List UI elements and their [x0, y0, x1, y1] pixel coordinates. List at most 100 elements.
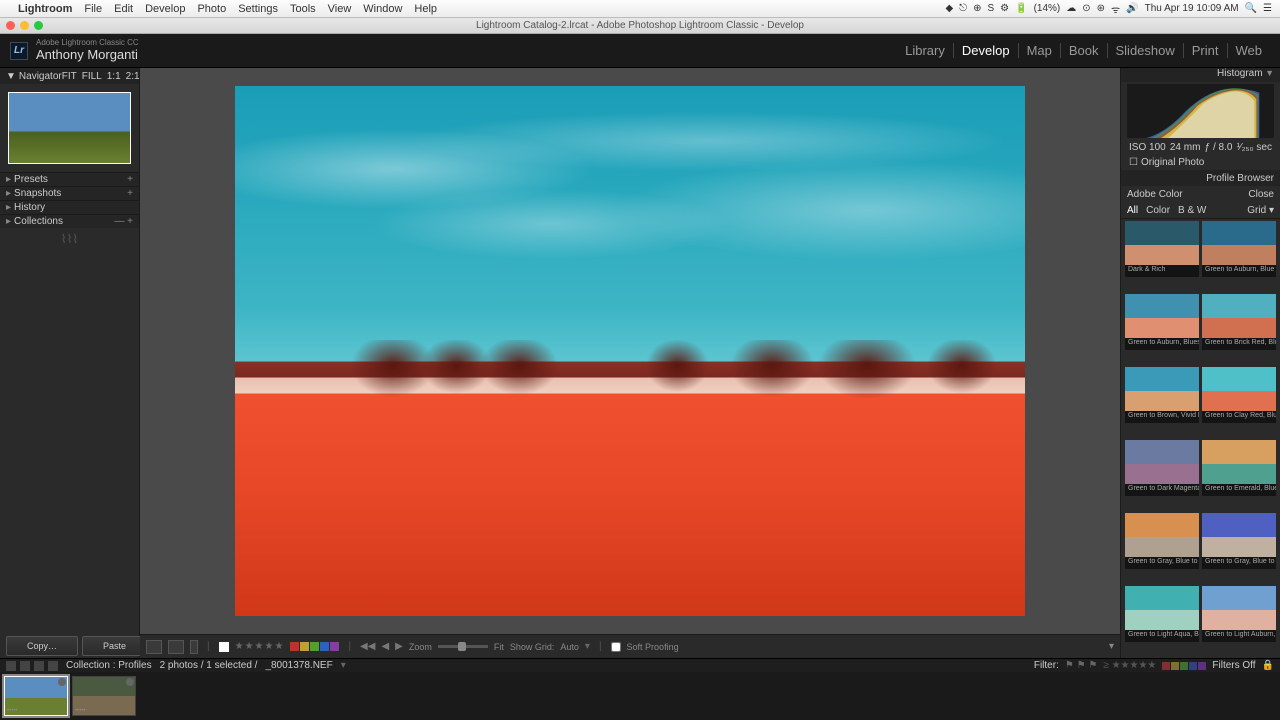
minimize-window-button[interactable]: [20, 21, 29, 30]
prev-photo-button[interactable]: ◀◀: [360, 641, 375, 652]
profile-preset[interactable]: Green to Auburn, Blues Co…: [1125, 294, 1199, 350]
toolbar-menu-icon[interactable]: ▾: [1109, 641, 1114, 652]
play-button[interactable]: ▶: [395, 641, 403, 652]
menu-file[interactable]: File: [84, 3, 102, 15]
tray-icon[interactable]: S: [987, 3, 994, 14]
filter-color[interactable]: Color: [1146, 205, 1170, 216]
second-window-icon[interactable]: [6, 661, 16, 671]
forward-icon[interactable]: [48, 661, 58, 671]
tray-icon[interactable]: ⊕: [973, 3, 981, 14]
module-print[interactable]: Print: [1183, 43, 1227, 58]
zoom-fit[interactable]: FIT: [62, 71, 77, 82]
histogram[interactable]: [1127, 84, 1274, 138]
color-labels[interactable]: [290, 642, 339, 651]
profile-preset[interactable]: Green to Light Auburn, Blu…: [1202, 586, 1276, 642]
profile-preset[interactable]: Green to Auburn, Blue to D…: [1202, 221, 1276, 277]
filter-lock-icon[interactable]: 🔒: [1262, 660, 1274, 671]
menu-photo[interactable]: Photo: [197, 3, 226, 15]
filters-off[interactable]: Filters Off: [1212, 660, 1255, 671]
zoom-1to1[interactable]: 1:1: [107, 71, 121, 82]
navigator-thumbnail[interactable]: [8, 92, 131, 164]
view-mode-button[interactable]: [190, 640, 198, 654]
tray-icon[interactable]: ◆: [945, 3, 953, 14]
zoom-fill[interactable]: FILL: [82, 71, 102, 82]
tray-icon[interactable]: ⊛: [1097, 3, 1105, 14]
profile-preset[interactable]: Green to Clay Red, Blue to A…: [1202, 367, 1276, 423]
zoom-window-button[interactable]: [34, 21, 43, 30]
flag-pick-icon[interactable]: [219, 642, 229, 652]
snapshots-section[interactable]: ▸Snapshots+: [0, 186, 139, 200]
menu-settings[interactable]: Settings: [238, 3, 278, 15]
profile-name[interactable]: Adobe Color: [1127, 189, 1183, 200]
add-icon[interactable]: — +: [114, 216, 133, 227]
notif-icon[interactable]: ☰: [1263, 3, 1272, 14]
wifi-icon[interactable]: ᯤ: [1111, 2, 1120, 16]
presets-section[interactable]: ▸Presets+: [0, 172, 139, 186]
color-filter[interactable]: [1162, 662, 1206, 670]
paste-button[interactable]: Paste: [82, 636, 147, 656]
rating-stars[interactable]: ★★★★★: [235, 641, 285, 652]
menu-tools[interactable]: Tools: [290, 3, 316, 15]
tray-icon[interactable]: ⎋: [959, 3, 967, 14]
add-icon[interactable]: +: [127, 188, 133, 199]
disclosure-icon[interactable]: ▼: [6, 71, 16, 82]
spotlight-icon[interactable]: 🔍: [1245, 3, 1257, 14]
module-slideshow[interactable]: Slideshow: [1107, 43, 1183, 58]
before-after-button[interactable]: [168, 640, 184, 654]
battery-icon[interactable]: 🔋: [1015, 3, 1027, 14]
filename[interactable]: _8001378.NEF: [265, 660, 332, 671]
zoom-slider[interactable]: [438, 645, 488, 648]
profile-browser-header[interactable]: Profile Browser: [1121, 170, 1280, 186]
module-develop[interactable]: Develop: [953, 43, 1018, 58]
collections-section[interactable]: ▸Collections— +: [0, 214, 139, 228]
mac-app-name[interactable]: Lightroom: [18, 3, 72, 15]
collection-path[interactable]: Collection : Profiles: [66, 660, 152, 671]
menu-window[interactable]: Window: [363, 3, 402, 15]
module-web[interactable]: Web: [1227, 43, 1271, 58]
tray-icon[interactable]: ⊙: [1082, 3, 1090, 14]
menu-help[interactable]: Help: [414, 3, 437, 15]
filmstrip-thumbnail[interactable]: •••••: [4, 676, 68, 716]
grid-view-toggle[interactable]: Grid ▾: [1247, 205, 1274, 216]
grid-icon[interactable]: [20, 661, 30, 671]
clock[interactable]: Thu Apr 19 10:09 AM: [1145, 3, 1239, 14]
filter-bw[interactable]: B & W: [1178, 205, 1206, 216]
soft-proofing-checkbox[interactable]: [611, 642, 621, 652]
filmstrip-thumbnail[interactable]: •••••: [72, 676, 136, 716]
filter-all[interactable]: All: [1127, 205, 1138, 216]
module-book[interactable]: Book: [1060, 43, 1107, 58]
module-library[interactable]: Library: [897, 43, 953, 58]
navigator-header[interactable]: ▼ Navigator FIT FILL 1:1 2:1: [0, 68, 139, 84]
copy-button[interactable]: Copy…: [6, 636, 78, 656]
menu-view[interactable]: View: [328, 3, 352, 15]
profile-preset[interactable]: Green to Brick Red, Blue to…: [1202, 294, 1276, 350]
back-icon[interactable]: [34, 661, 44, 671]
identity-plate[interactable]: Anthony Morganti: [36, 48, 139, 62]
fit-label[interactable]: Fit: [494, 642, 504, 652]
close-window-button[interactable]: [6, 21, 15, 30]
tray-icon[interactable]: ⚙: [1000, 3, 1009, 14]
original-photo-toggle[interactable]: ☐Original Photo: [1121, 155, 1280, 170]
volume-icon[interactable]: 🔊: [1126, 3, 1138, 14]
profile-preset[interactable]: Green to Light Aqua, Blue t…: [1125, 586, 1199, 642]
add-icon[interactable]: +: [127, 174, 133, 185]
auto-label[interactable]: Auto: [560, 642, 579, 652]
history-section[interactable]: ▸History: [0, 200, 139, 214]
menu-edit[interactable]: Edit: [114, 3, 133, 15]
main-image-canvas[interactable]: [235, 86, 1025, 616]
flag-filter-icon[interactable]: ⚑ ⚑ ⚑: [1065, 660, 1097, 671]
star-filter[interactable]: ≥ ★★★★★: [1103, 660, 1156, 671]
profile-preset[interactable]: Green to Emerald, Blue to Y…: [1202, 440, 1276, 496]
profile-preset[interactable]: Green to Brown, Vivid Blues…: [1125, 367, 1199, 423]
zoom-2to1[interactable]: 2:1: [126, 71, 140, 82]
menu-develop[interactable]: Develop: [145, 3, 185, 15]
filmstrip[interactable]: ••••••••••: [0, 672, 1280, 720]
profile-preset[interactable]: Green to Gray, Blue to Royal…: [1202, 513, 1276, 569]
histogram-header[interactable]: Histogram ▼: [1121, 68, 1280, 82]
profile-preset[interactable]: Dark & Rich: [1125, 221, 1199, 277]
profile-preset[interactable]: Green to Gray, Blue to Orange: [1125, 513, 1199, 569]
profile-preset[interactable]: Green to Dark Magenta, Blu…: [1125, 440, 1199, 496]
loupe-view-button[interactable]: [146, 640, 162, 654]
close-profile-browser[interactable]: Close: [1248, 189, 1274, 200]
module-map[interactable]: Map: [1018, 43, 1060, 58]
